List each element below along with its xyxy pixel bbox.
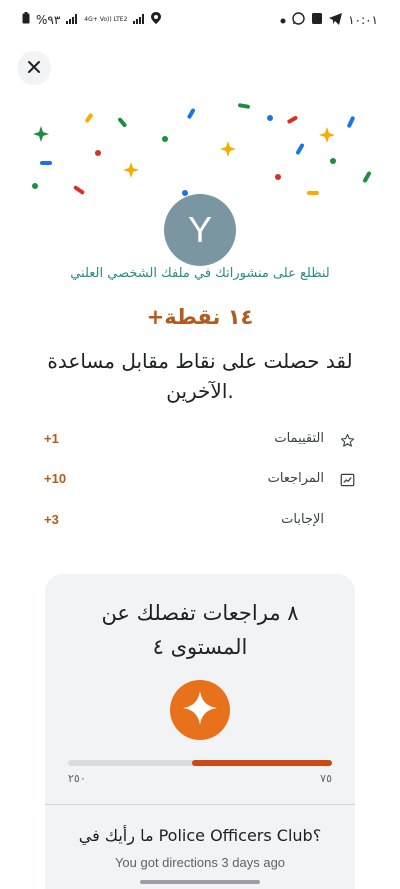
confetti-dot	[267, 115, 273, 121]
star-outline-icon	[338, 431, 356, 449]
avatar[interactable]: Y	[164, 194, 236, 266]
card-divider	[45, 804, 355, 805]
points-row-label: التقييمات	[274, 431, 324, 446]
confetti-streamer	[347, 116, 355, 128]
confetti-dot	[275, 174, 281, 180]
place-question-title: ما رأيك في Police Officers Club؟	[78, 826, 322, 845]
confetti-streamer	[363, 171, 371, 183]
home-indicator[interactable]	[140, 880, 260, 884]
clock-time: ١٠:٠١	[348, 13, 378, 27]
level-badge	[170, 680, 230, 740]
confetti-streamer	[73, 185, 85, 195]
dot-icon	[280, 13, 286, 27]
place-question-subtitle: You got directions 3 days ago	[114, 855, 286, 870]
sim-icon	[311, 12, 323, 28]
progress-min-label: ٢٥٠	[68, 772, 86, 785]
confetti-streamer	[287, 116, 298, 124]
signal-icon	[66, 13, 78, 27]
status-left: %٩٣ 4G+ Vo)) LTE2	[22, 12, 162, 27]
points-earned-title: +١٤ نقطة	[146, 305, 254, 329]
confetti-streamer	[40, 161, 52, 165]
points-row-reviews: المراجعات +10	[40, 467, 360, 495]
confetti-star-yellow	[123, 162, 139, 178]
sparkle-star-icon	[181, 689, 219, 731]
location-icon	[151, 12, 162, 27]
confetti-decoration	[32, 103, 371, 196]
status-right: ١٠:٠١	[280, 12, 378, 28]
whatsapp-icon	[292, 12, 305, 28]
confetti-streamer	[85, 113, 93, 123]
confetti-streamer	[118, 117, 127, 128]
confetti-streamer	[238, 103, 250, 109]
avatar-letter: Y	[187, 209, 212, 250]
points-row-value: +10	[44, 471, 67, 486]
close-icon	[27, 59, 41, 78]
level-title: ٨ مراجعات تفصلك عن المستوى ٤	[101, 601, 299, 659]
level-progress-fill	[192, 760, 332, 766]
confetti-streamer	[296, 143, 304, 155]
points-row-ratings: التقييمات +1	[40, 427, 360, 455]
points-row-label: المراجعات	[267, 471, 324, 486]
signal-icon-2	[133, 13, 145, 27]
confetti-streamer	[307, 191, 319, 195]
view-profile-link[interactable]: لنظلع على منشوراتك في ملفك الشخصي العلني	[0, 266, 400, 281]
network-label: 4G+ Vo)) LTE2	[84, 15, 128, 23]
review-icon	[338, 471, 356, 489]
confetti-dot	[32, 183, 38, 189]
points-row-answers: الإجابات +3	[40, 508, 360, 536]
points-row-label: الإجابات	[281, 512, 324, 527]
confetti-star-green	[33, 126, 49, 142]
confetti-star-yellow	[319, 127, 335, 143]
level-progress-bar	[68, 760, 332, 766]
progress-max-label: ٧٥	[320, 772, 332, 785]
confetti-dot	[95, 150, 101, 156]
points-subtitle: لقد حصلت على نقاط مقابل مساعدة الآخرين.	[47, 349, 353, 403]
telegram-icon	[329, 12, 343, 28]
battery-percent: %٩٣	[36, 12, 61, 27]
close-button[interactable]	[17, 51, 51, 85]
confetti-dot	[330, 158, 336, 164]
confetti-streamer	[187, 108, 195, 119]
confetti-dot	[162, 136, 168, 142]
battery-icon	[22, 12, 30, 27]
points-row-value: +1	[44, 431, 59, 446]
status-bar: %٩٣ 4G+ Vo)) LTE2 ١٠:٠١	[0, 0, 400, 38]
confetti-star-yellow	[220, 141, 236, 157]
points-row-value: +3	[44, 512, 59, 527]
